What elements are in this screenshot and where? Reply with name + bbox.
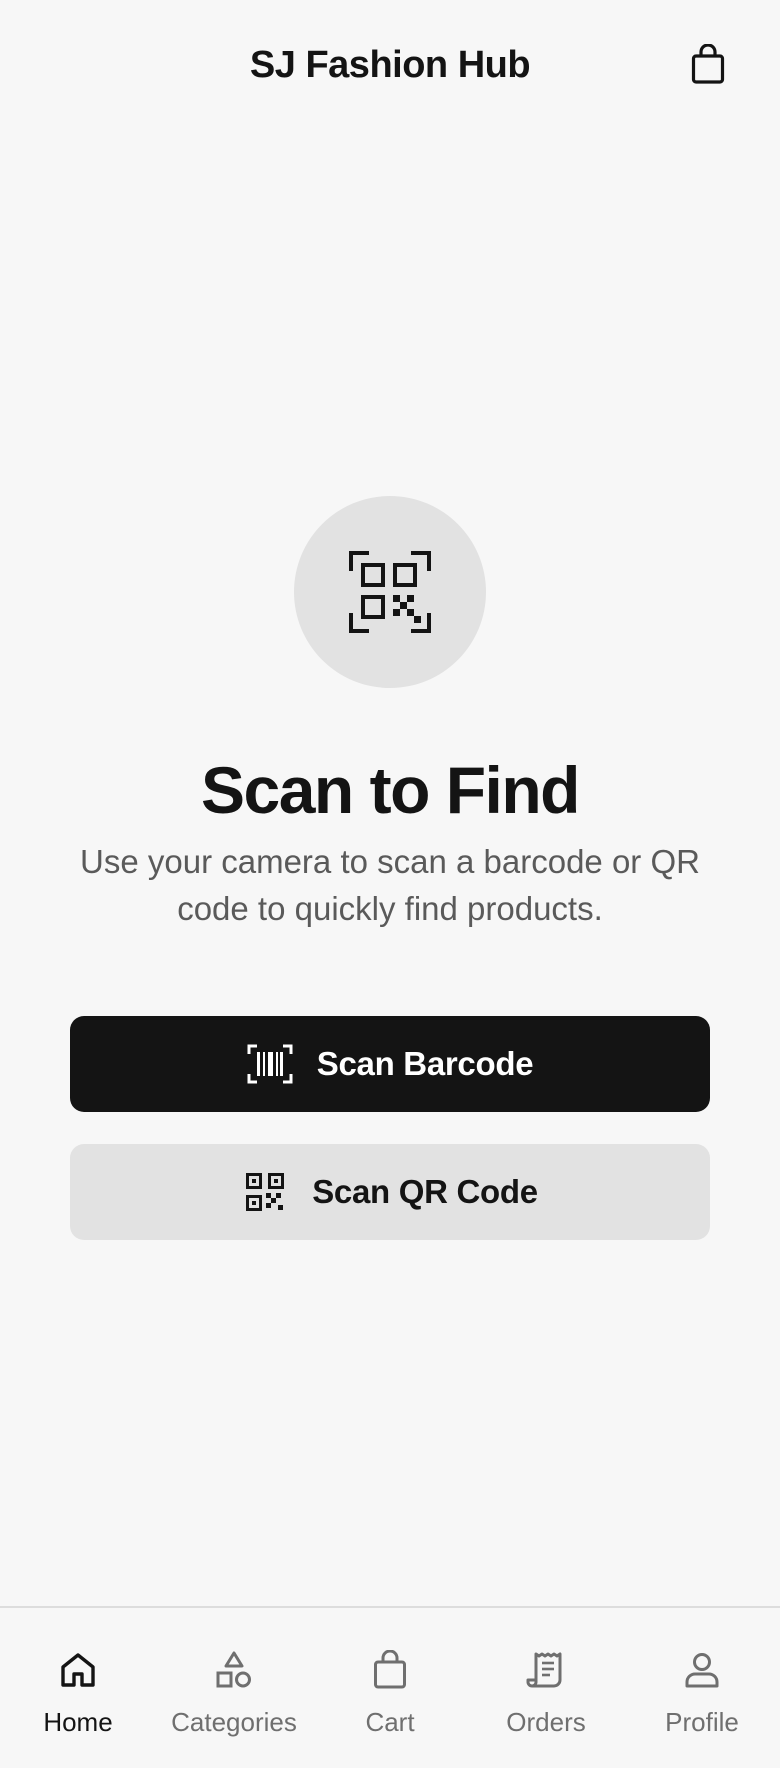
scan-illustration bbox=[294, 496, 486, 688]
nav-item-cart[interactable]: Cart bbox=[312, 1608, 468, 1768]
scan-qr-label: Scan QR Code bbox=[312, 1173, 538, 1210]
nav-item-categories[interactable]: Categories bbox=[156, 1608, 312, 1768]
top-app-bar: SJ Fashion Hub bbox=[0, 0, 780, 130]
scan-qr-button[interactable]: Scan QR Code bbox=[70, 1144, 710, 1240]
nav-label-categories: Categories bbox=[171, 1707, 297, 1737]
scan-barcode-button[interactable]: Scan Barcode bbox=[70, 1016, 710, 1112]
scan-title: Scan to Find bbox=[201, 753, 581, 827]
nav-label-orders: Orders bbox=[506, 1707, 586, 1737]
receipt-icon bbox=[524, 1648, 568, 1692]
nav-item-profile[interactable]: Profile bbox=[624, 1608, 780, 1768]
barcode-scan-icon bbox=[247, 1043, 293, 1085]
nav-label-profile: Profile bbox=[665, 1707, 739, 1737]
app-title: SJ Fashion Hub bbox=[249, 44, 531, 86]
nav-item-home[interactable]: Home bbox=[0, 1608, 156, 1768]
app-screen: SJ Fashion Hub Scan to Find Use your cam… bbox=[0, 0, 780, 1768]
home-icon bbox=[56, 1648, 100, 1692]
shopping-bag-icon bbox=[691, 44, 725, 84]
scan-description: Use your camera to scan a barcode or QR … bbox=[80, 843, 700, 927]
qr-code-icon bbox=[242, 1171, 288, 1213]
nav-label-home: Home bbox=[43, 1707, 113, 1737]
cart-bag-icon bbox=[368, 1648, 412, 1692]
cart-button[interactable] bbox=[686, 40, 730, 88]
categories-icon bbox=[212, 1648, 256, 1692]
person-icon bbox=[680, 1648, 724, 1692]
nav-label-cart: Cart bbox=[365, 1707, 415, 1737]
qr-code-scan-icon bbox=[349, 551, 431, 633]
scan-barcode-label: Scan Barcode bbox=[316, 1045, 534, 1082]
bottom-navigation: Home Categories Cart Orders Profile bbox=[0, 1606, 780, 1768]
nav-item-orders[interactable]: Orders bbox=[468, 1608, 624, 1768]
